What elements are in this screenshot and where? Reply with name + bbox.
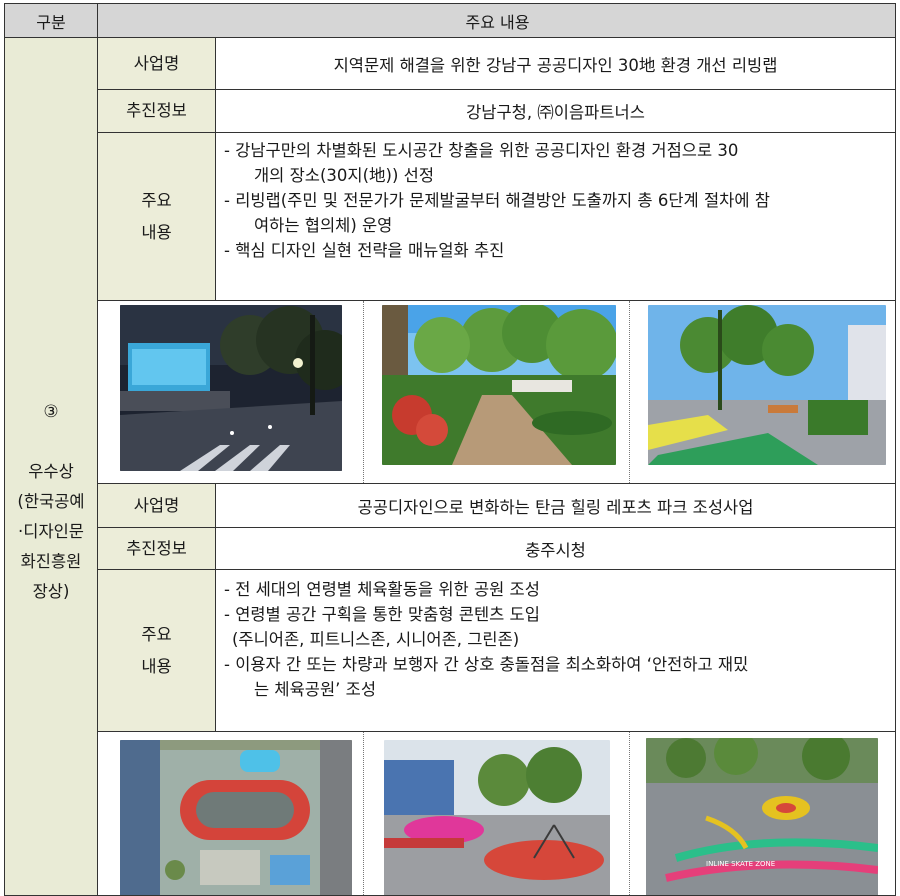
project-info-label: 추진정보 xyxy=(98,528,216,569)
project-info-label: 추진정보 xyxy=(98,90,216,132)
project-photo-row: INLINE SKATE ZONE xyxy=(98,732,895,895)
project-name-row: 사업명 지역문제 해결을 위한 강남구 공공디자인 30地 환경 개선 리빙랩 xyxy=(98,38,895,90)
project-content-list: - 강남구만의 차별화된 도시공간 창출을 위한 공공디자인 환경 거점으로 3… xyxy=(216,133,895,300)
content-line: - 핵심 디자인 실현 전략을 매뉴얼화 추진 xyxy=(224,241,505,260)
content-line: 는 체육공원’ 조성 xyxy=(254,680,376,699)
content-line: - 이용자 간 또는 차량과 보행자 간 상호 충돌점을 최소화하여 ‘안전하고… xyxy=(224,655,749,674)
project-name-value: 지역문제 해결을 위한 강남구 공공디자인 30地 환경 개선 리빙랩 xyxy=(333,55,778,75)
content-label-line: 주요 xyxy=(141,624,172,644)
project-name-label: 사업명 xyxy=(98,38,216,89)
project-content-label: 주요내용 xyxy=(98,570,216,731)
project-info-value: 충주시청 xyxy=(525,540,586,560)
photo-night-plaza xyxy=(120,305,342,471)
project-name-value: 공공디자인으로 변화하는 탄금 힐링 레포츠 파크 조성사업 xyxy=(357,497,754,517)
project-section-tangeum: 사업명 공공디자인으로 변화하는 탄금 힐링 레포츠 파크 조성사업 추진정보 … xyxy=(98,484,895,895)
project-table: 구분 주요 내용 ③ 우수상 (한국공예 ·디자인문 화진흥원 장상) 사업명 … xyxy=(4,3,896,896)
content-line: - 연령별 공간 구획을 통한 맞춤형 콘텐츠 도입 xyxy=(224,605,540,624)
award-line: 화진흥원 xyxy=(20,551,82,571)
content-line: - 전 세대의 연령별 체육활동을 위한 공원 조성 xyxy=(224,580,540,599)
project-content-row: 주요내용 - 전 세대의 연령별 체육활동을 위한 공원 조성 - 연령별 공간… xyxy=(98,570,895,732)
project-info-row: 추진정보 강남구청, ㈜이음파트너스 xyxy=(98,90,895,133)
photo-garden-path xyxy=(382,305,616,465)
project-name-label: 사업명 xyxy=(98,484,216,527)
project-content-row: 주요내용 - 강남구만의 차별화된 도시공간 창출을 위한 공공디자인 환경 거… xyxy=(98,133,895,301)
photo-playground xyxy=(384,740,610,895)
project-photo-row xyxy=(98,301,895,484)
award-line: (한국공예 xyxy=(17,491,85,511)
photo-aerial-track xyxy=(120,740,352,895)
award-number: ③ xyxy=(43,401,59,422)
content-line: - 강남구만의 차별화된 도시공간 창출을 위한 공공디자인 환경 거점으로 3… xyxy=(224,141,739,160)
header-content-cell: 주요 내용 xyxy=(465,13,530,32)
photo-street-park xyxy=(648,305,886,465)
project-info-row: 추진정보 충주시청 xyxy=(98,528,895,570)
award-line: 우수상 xyxy=(28,461,74,481)
content-line: (주니어존, 피트니스존, 시니어존, 그린존) xyxy=(232,630,520,649)
table-header: 구분 주요 내용 xyxy=(5,4,895,38)
content-line: 개의 장소(30지(地)) 선정 xyxy=(254,166,434,185)
project-content-label: 주요내용 xyxy=(98,133,216,300)
header-category-cell: 구분 xyxy=(5,4,98,38)
content-label-line: 내용 xyxy=(141,222,172,242)
content-line: 여하는 협의체) 운영 xyxy=(254,216,393,235)
award-category-cell: ③ 우수상 (한국공예 ·디자인문 화진흥원 장상) xyxy=(5,38,98,895)
photo-skate-zone: INLINE SKATE ZONE xyxy=(646,738,878,895)
project-section-gangnam: 사업명 지역문제 해결을 위한 강남구 공공디자인 30地 환경 개선 리빙랩 … xyxy=(98,38,895,484)
content-label-line: 주요 xyxy=(141,190,172,210)
award-line: 장상) xyxy=(32,581,70,601)
award-line: ·디자인문 xyxy=(18,521,84,541)
skate-zone-text: INLINE SKATE ZONE xyxy=(706,860,775,868)
content-label-line: 내용 xyxy=(141,656,172,676)
project-content-list: - 전 세대의 연령별 체육활동을 위한 공원 조성 - 연령별 공간 구획을 … xyxy=(216,570,895,731)
content-line: - 리빙랩(주민 및 전문가가 문제발굴부터 해결방안 도출까지 총 6단계 절… xyxy=(224,191,770,210)
project-name-row: 사업명 공공디자인으로 변화하는 탄금 힐링 레포츠 파크 조성사업 xyxy=(98,484,895,528)
project-info-value: 강남구청, ㈜이음파트너스 xyxy=(466,103,645,122)
